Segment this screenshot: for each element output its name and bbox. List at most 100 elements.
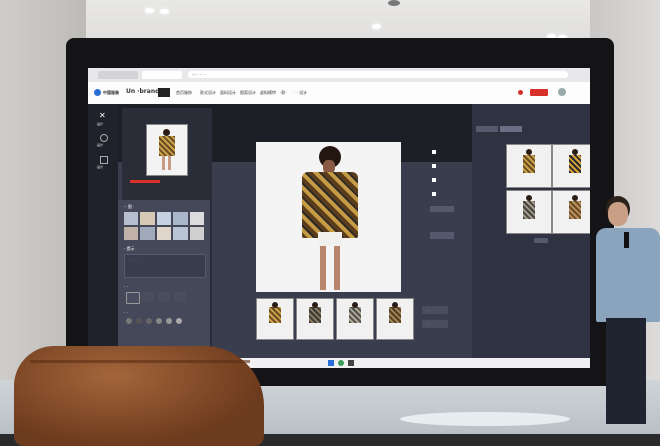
tab-design[interactable]: · · 设计 (294, 90, 307, 96)
gallery-image[interactable] (552, 190, 590, 234)
tool-label[interactable]: · (438, 150, 439, 154)
tool-button[interactable] (430, 206, 454, 212)
close-icon[interactable]: ✕ (99, 112, 107, 120)
gallery-button[interactable] (534, 238, 548, 243)
preview-toolbar: · · · · (408, 142, 468, 212)
tool-button[interactable] (430, 232, 454, 239)
avatar[interactable] (558, 88, 566, 96)
result-thumb[interactable] (256, 298, 294, 340)
action-button[interactable]: · · (422, 320, 448, 328)
chair-seam (30, 360, 250, 363)
right-tab[interactable]: · (476, 126, 498, 132)
headphones-icon[interactable] (100, 156, 108, 164)
tool-label[interactable]: · (438, 192, 439, 196)
app-icon[interactable] (348, 360, 354, 366)
tool-icon[interactable] (432, 150, 436, 154)
color-swatch[interactable] (146, 318, 152, 324)
accent-line (130, 180, 160, 183)
app-window: ·:· · · · · 中国服装 Un ·brand 首页服饰 款式设计 面料设… (88, 68, 590, 368)
notification-icon[interactable] (518, 90, 523, 95)
floor-reflection (400, 412, 570, 426)
style-option[interactable] (189, 227, 204, 240)
gallery-image[interactable] (506, 190, 552, 234)
style-option[interactable] (140, 212, 155, 225)
logo-text: 中国服装 (103, 90, 119, 95)
browser-bar: ·:· · · · · (88, 68, 590, 82)
logo-icon (94, 89, 101, 96)
result-thumb[interactable] (376, 298, 414, 340)
action-label: · · (426, 308, 429, 312)
tool-label[interactable]: · (438, 164, 439, 168)
color-swatch[interactable] (126, 318, 132, 324)
layout-option[interactable] (126, 292, 140, 304)
style-option[interactable] (173, 227, 188, 240)
vip-badge[interactable] (530, 89, 548, 96)
layout-option[interactable] (158, 292, 170, 302)
right-tab[interactable]: · (500, 126, 522, 132)
sidebar: ✕ ·设计 ·设计 ·设计 (88, 104, 118, 368)
ceiling-sensor (388, 0, 400, 6)
section-title: · · (124, 310, 128, 315)
layout-option[interactable] (174, 292, 186, 302)
app-icon[interactable] (338, 360, 344, 366)
style-option[interactable] (189, 212, 204, 225)
color-swatch[interactable] (176, 318, 182, 324)
style-option[interactable] (173, 212, 188, 225)
result-thumb[interactable] (296, 298, 334, 340)
prompt-placeholder: · · · ·, · · · · (128, 258, 144, 262)
gallery-image[interactable] (552, 144, 590, 188)
right-leg (334, 246, 340, 290)
controls-panel: ·· 图 · · 提示 · · · ·, · · · · · · · · (118, 200, 210, 364)
main-area: · ·· 图 · · 提示 · · · ·, · · · · · · · · ·… (118, 104, 590, 368)
browser-tab[interactable] (98, 71, 138, 79)
tool-icon[interactable] (432, 164, 436, 168)
tab-model[interactable]: 虚拟模特 (260, 90, 276, 96)
ceiling-light (145, 8, 154, 13)
left-leg (320, 246, 326, 290)
section-title: ·· 图 · (124, 204, 135, 209)
brand-text: Un ·brand (126, 88, 160, 95)
presenter-pants (606, 318, 646, 424)
layout-option[interactable] (142, 292, 154, 302)
tab-pattern[interactable]: 图案设计 (240, 90, 256, 96)
action-label: · · (426, 322, 429, 326)
sidebar-item-label[interactable]: ·设计 (96, 122, 103, 126)
section-title: · 提示 (124, 246, 135, 251)
tab-fabric[interactable]: 面料设计 (220, 90, 236, 96)
circle-icon[interactable] (100, 134, 108, 142)
reference-image[interactable] (146, 124, 188, 176)
tab-home[interactable]: 首页服饰 (176, 90, 192, 96)
style-option[interactable] (124, 212, 139, 225)
tab-other[interactable]: ·款· (280, 90, 287, 96)
start-icon[interactable] (328, 360, 334, 366)
style-option[interactable] (140, 227, 155, 240)
tool-icon[interactable] (432, 192, 436, 196)
style-option[interactable] (156, 227, 172, 240)
tool-icon[interactable] (432, 178, 436, 182)
prompt-textarea[interactable]: · · · ·, · · · · (124, 254, 206, 278)
sidebar-item-label[interactable]: ·设计 (96, 143, 103, 147)
color-swatch[interactable] (166, 318, 172, 324)
action-button[interactable]: · · (422, 306, 448, 314)
right-tab-label: · (503, 127, 504, 131)
sidebar-item-label[interactable]: ·设计 (96, 165, 103, 169)
ceiling-light (372, 24, 381, 29)
gallery-image[interactable] (506, 144, 552, 188)
plaid-jacket (302, 172, 358, 238)
style-option[interactable] (156, 212, 172, 225)
result-thumb[interactable] (336, 298, 374, 340)
ceiling-light (160, 9, 169, 14)
color-swatch[interactable] (136, 318, 142, 324)
white-shorts (318, 232, 342, 246)
style-grid (124, 212, 204, 240)
app-header: 中国服装 Un ·brand 首页服饰 款式设计 面料设计 图案设计 虚拟模特 … (88, 82, 590, 105)
presenter-face (608, 202, 628, 226)
browser-tab-active[interactable] (142, 71, 182, 79)
microphone (624, 232, 629, 248)
style-option[interactable] (124, 227, 139, 240)
address-bar[interactable]: ·:· · · · · (188, 71, 568, 78)
color-swatch[interactable] (156, 318, 162, 324)
tool-label[interactable]: · (438, 178, 439, 182)
tab-style[interactable]: 款式设计 (200, 90, 216, 96)
right-tab-label: · (479, 127, 480, 131)
